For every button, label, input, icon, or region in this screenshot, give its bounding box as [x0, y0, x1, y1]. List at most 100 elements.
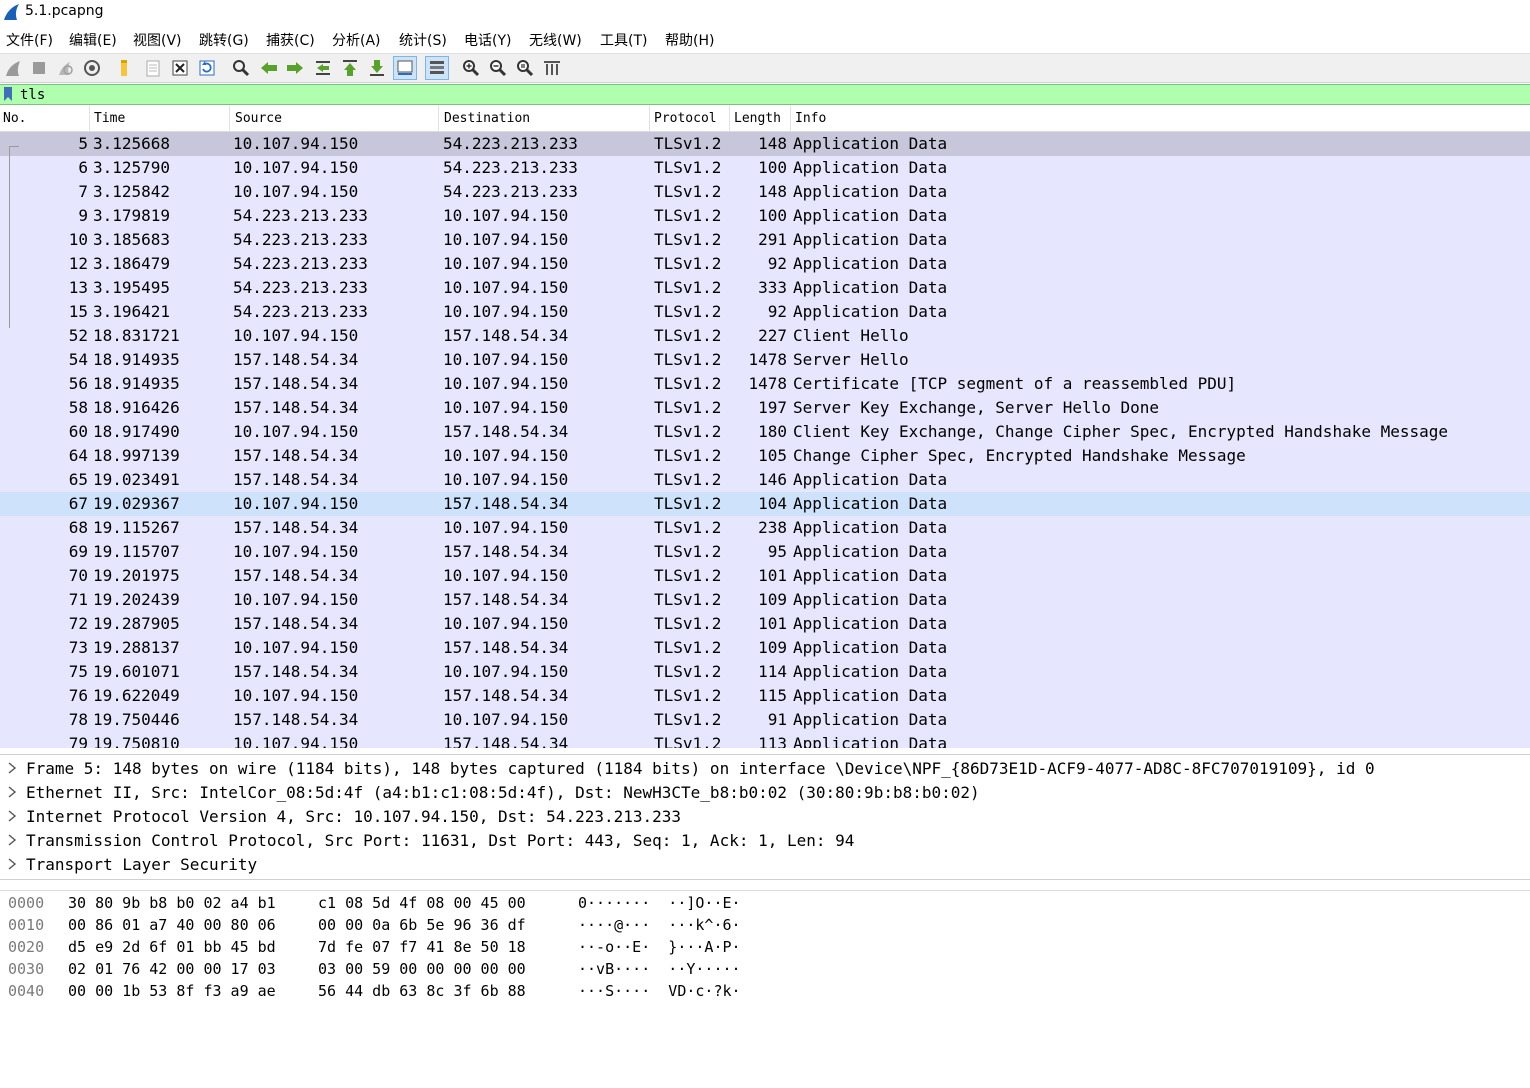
- file-icon[interactable]: [142, 57, 164, 79]
- column-length[interactable]: Length: [734, 111, 781, 126]
- packet-row[interactable]: 12 3.186479 54.223.213.233 10.107.94.150 TLS…: [0, 252, 1530, 276]
- chevron-right-icon[interactable]: [6, 809, 18, 823]
- column-time[interactable]: Time: [94, 111, 125, 126]
- packet-cell-len: 333: [758, 278, 787, 297]
- menu-analyze[interactable]: 分析(A): [332, 30, 381, 50]
- menu-edit[interactable]: 编辑(E): [69, 30, 117, 50]
- packet-row[interactable]: 60 18.917490 10.107.94.150 157.148.54.34 TLS…: [0, 420, 1530, 444]
- packet-row[interactable]: 13 3.195495 54.223.213.233 10.107.94.150 TLS…: [0, 276, 1530, 300]
- packet-row[interactable]: 75 19.601071 157.148.54.34 10.107.94.150 TLS…: [0, 660, 1530, 684]
- packet-cell-no: 76: [68, 686, 88, 705]
- packet-row[interactable]: 79 19.750810 10.107.94.150 157.148.54.34 TLS…: [0, 732, 1530, 748]
- packet-cell-no: 71: [68, 590, 88, 609]
- packet-row[interactable]: 64 18.997139 157.148.54.34 10.107.94.150 TLS…: [0, 444, 1530, 468]
- find-icon[interactable]: [230, 57, 252, 79]
- packet-row[interactable]: 65 19.023491 157.148.54.34 10.107.94.150 TLS…: [0, 468, 1530, 492]
- column-source[interactable]: Source: [235, 111, 282, 126]
- chevron-right-icon[interactable]: [6, 761, 18, 775]
- reload-icon[interactable]: [196, 57, 218, 79]
- packet-row[interactable]: 7 3.125842 10.107.94.150 54.223.213.233 TLSv…: [0, 180, 1530, 204]
- capture-options-icon[interactable]: [81, 57, 103, 79]
- packet-cell-proto: TLSv1.2: [654, 134, 722, 153]
- detail-tls[interactable]: Transport Layer Security: [0, 853, 1530, 877]
- packet-row[interactable]: 68 19.115267 157.148.54.34 10.107.94.150 TLS…: [0, 516, 1530, 540]
- packet-row[interactable]: 56 18.914935 157.148.54.34 10.107.94.150 TLS…: [0, 372, 1530, 396]
- packet-row[interactable]: 70 19.201975 157.148.54.34 10.107.94.150 TLS…: [0, 564, 1530, 588]
- packet-row[interactable]: 73 19.288137 10.107.94.150 157.148.54.34 TLS…: [0, 636, 1530, 660]
- packet-row[interactable]: 67 19.029367 10.107.94.150 157.148.54.34 TLS…: [0, 492, 1530, 516]
- detail-ipv4[interactable]: Internet Protocol Version 4, Src: 10.107…: [0, 805, 1530, 829]
- last-packet-icon[interactable]: [366, 57, 388, 79]
- packet-row[interactable]: 52 18.831721 10.107.94.150 157.148.54.34 TLS…: [0, 324, 1530, 348]
- open-folder-icon[interactable]: [113, 57, 135, 79]
- packet-cell-proto: TLSv1.2: [654, 158, 722, 177]
- column-info[interactable]: Info: [795, 111, 826, 126]
- autoscroll-icon[interactable]: [393, 56, 417, 80]
- packet-row[interactable]: 72 19.287905 157.148.54.34 10.107.94.150 TLS…: [0, 612, 1530, 636]
- menu-wireless[interactable]: 无线(W): [529, 30, 582, 50]
- packet-cell-len: 105: [758, 446, 787, 465]
- packet-cell-info: Server Key Exchange, Server Hello Done: [793, 398, 1160, 417]
- go-forward-icon[interactable]: [284, 57, 306, 79]
- packet-row[interactable]: 10 3.185683 54.223.213.233 10.107.94.150 TLS…: [0, 228, 1530, 252]
- bytes-row: 0020 d5 e9 2d 6f 01 bb 45 bd 7d fe 07 f7…: [8, 938, 741, 956]
- chevron-right-icon[interactable]: [6, 785, 18, 799]
- go-back-icon[interactable]: [258, 57, 280, 79]
- packet-cell-len: 91: [767, 710, 787, 729]
- packet-row[interactable]: 6 3.125790 10.107.94.150 54.223.213.233 TLSv…: [0, 156, 1530, 180]
- normal-size-icon[interactable]: [514, 57, 536, 79]
- detail-frame[interactable]: Frame 5: 148 bytes on wire (1184 bits), …: [0, 757, 1530, 781]
- packet-cell-dst: 10.107.94.150: [443, 662, 569, 681]
- close-file-icon[interactable]: [169, 57, 191, 79]
- packet-row[interactable]: 71 19.202439 10.107.94.150 157.148.54.34 TLS…: [0, 588, 1530, 612]
- display-filter-input[interactable]: [16, 85, 1524, 104]
- packet-cell-len: 95: [767, 542, 787, 561]
- packet-cell-len: 227: [758, 326, 787, 345]
- chevron-right-icon[interactable]: [6, 857, 18, 871]
- zoom-out-icon[interactable]: [487, 57, 509, 79]
- detail-tcp[interactable]: Transmission Control Protocol, Src Port:…: [0, 829, 1530, 853]
- column-no[interactable]: No.: [3, 111, 26, 126]
- bookmark-icon[interactable]: [3, 87, 13, 101]
- detail-ethernet[interactable]: Ethernet II, Src: IntelCor_08:5d:4f (a4:…: [0, 781, 1530, 805]
- menu-statistics[interactable]: 统计(S): [399, 30, 447, 50]
- packet-cell-dst: 157.148.54.34: [443, 590, 569, 609]
- zoom-in-icon[interactable]: [460, 57, 482, 79]
- packet-row[interactable]: 58 18.916426 157.148.54.34 10.107.94.150 TLS…: [0, 396, 1530, 420]
- packet-row[interactable]: 78 19.750446 157.148.54.34 10.107.94.150 TLS…: [0, 708, 1530, 732]
- colorize-icon[interactable]: [425, 56, 449, 80]
- menu-capture[interactable]: 捕获(C): [266, 30, 315, 50]
- packet-cell-info: Application Data: [793, 566, 948, 585]
- column-destination[interactable]: Destination: [444, 111, 530, 126]
- go-to-packet-icon[interactable]: [312, 57, 334, 79]
- packet-row[interactable]: 76 19.622049 10.107.94.150 157.148.54.34 TLS…: [0, 684, 1530, 708]
- packet-row[interactable]: 69 19.115707 10.107.94.150 157.148.54.34 TLS…: [0, 540, 1530, 564]
- menu-file[interactable]: 文件(F): [6, 30, 53, 50]
- shark-fin-start-icon[interactable]: [2, 57, 24, 79]
- packet-row[interactable]: 54 18.914935 157.148.54.34 10.107.94.150 TLS…: [0, 348, 1530, 372]
- packet-list[interactable]: No. Time Source Destination Protocol Len…: [0, 106, 1530, 748]
- packet-cell-dst: 10.107.94.150: [443, 614, 569, 633]
- packet-cell-time: 19.750446: [93, 710, 180, 729]
- resize-columns-icon[interactable]: [541, 57, 563, 79]
- menu-tools[interactable]: 工具(T): [600, 30, 647, 50]
- chevron-right-icon[interactable]: [6, 833, 18, 847]
- packet-cell-no: 52: [68, 326, 88, 345]
- packet-cell-len: 114: [758, 662, 787, 681]
- packet-cell-len: 100: [758, 158, 787, 177]
- menu-telephony[interactable]: 电话(Y): [464, 30, 511, 50]
- restart-icon[interactable]: [54, 57, 76, 79]
- menu-view[interactable]: 视图(V): [133, 30, 182, 50]
- packet-bytes-pane[interactable]: 0000 30 80 9b b8 b0 02 a4 b1 c1 08 5d 4f…: [0, 890, 1530, 1000]
- packet-cell-dst: 10.107.94.150: [443, 206, 569, 225]
- stop-icon[interactable]: [28, 57, 50, 79]
- first-packet-icon[interactable]: [339, 57, 361, 79]
- packet-row[interactable]: 9 3.179819 54.223.213.233 10.107.94.150 TLSv…: [0, 204, 1530, 228]
- packet-row[interactable]: 5 3.125668 10.107.94.150 54.223.213.233 TLSv…: [0, 132, 1530, 156]
- packet-cell-info: Client Hello: [793, 326, 909, 345]
- menu-go[interactable]: 跳转(G): [199, 30, 249, 50]
- packet-row[interactable]: 15 3.196421 54.223.213.233 10.107.94.150 TLS…: [0, 300, 1530, 324]
- column-protocol[interactable]: Protocol: [654, 111, 717, 126]
- packet-cell-proto: TLSv1.2: [654, 470, 722, 489]
- menu-help[interactable]: 帮助(H): [665, 30, 714, 50]
